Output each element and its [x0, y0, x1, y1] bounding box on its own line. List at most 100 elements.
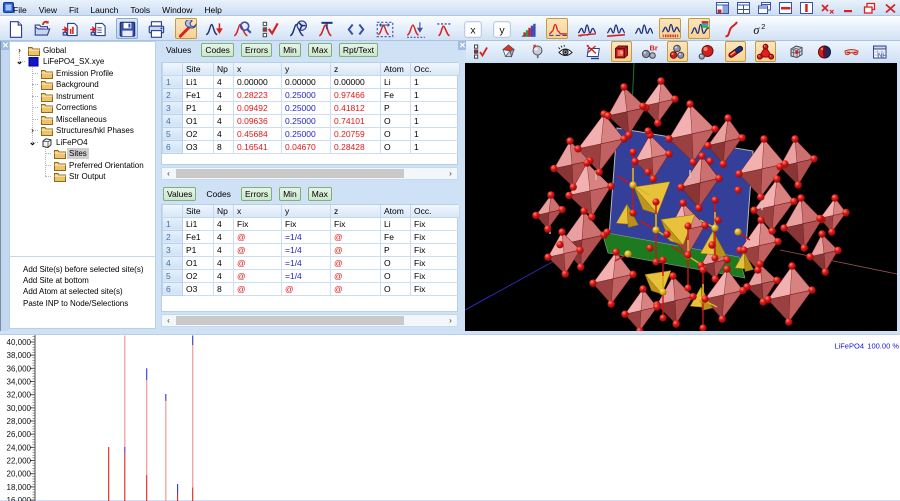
toolbar-range-box-icon[interactable]	[373, 18, 395, 39]
cell[interactable]: Fe1	[183, 230, 214, 243]
viewer-rubik-cube-icon[interactable]	[786, 41, 807, 62]
viewer-edit-screen-icon[interactable]	[583, 41, 604, 62]
tree-action-item[interactable]: Add Site at bottom	[23, 275, 89, 286]
toolbar-peaks-plain-icon[interactable]	[632, 18, 654, 39]
codes-table-tab-codes[interactable]: Codes	[203, 188, 234, 201]
viewer-sphere-ball-icon[interactable]	[696, 41, 717, 62]
tree-node-label[interactable]: Structures/hkl Phases	[54, 125, 136, 136]
viewer-red-box-icon[interactable]	[611, 41, 632, 62]
cell[interactable]: 0.25000	[282, 114, 331, 127]
toolbar-peak-search-icon[interactable]	[231, 18, 253, 39]
diffraction-plot[interactable]: 40,00038,00036,00034,00032,00030,00028,0…	[0, 334, 900, 500]
viewer-stereo-glasses-icon[interactable]	[841, 41, 862, 62]
toolbar-import-data-icon[interactable]	[59, 18, 81, 39]
split-horizontal-icon[interactable]	[779, 1, 792, 14]
cell[interactable]: O1	[183, 256, 214, 269]
column-header[interactable]: z	[331, 205, 381, 217]
cell[interactable]: 1	[411, 101, 460, 114]
scroll-left-icon[interactable]: ‹	[162, 168, 175, 179]
cell[interactable]: Li1	[183, 75, 214, 88]
table-row[interactable]: 2Fe14@=1/4@FeFix	[163, 230, 460, 243]
cell[interactable]: Fe	[381, 88, 411, 101]
table-row[interactable]: 2Fe140.282230.250000.97466Fe1	[163, 88, 460, 101]
cell[interactable]: O	[381, 282, 411, 295]
cell[interactable]: @	[331, 282, 381, 295]
values-table-tab-codes[interactable]: Codes	[201, 43, 234, 57]
cascade-icon[interactable]	[758, 1, 771, 14]
cell[interactable]: 8	[214, 282, 234, 295]
viewer-capsule-icon[interactable]	[725, 41, 746, 62]
cell[interactable]: Fix	[282, 217, 331, 230]
cell[interactable]: 4	[214, 243, 234, 256]
tree-node-label[interactable]: LiFePO4_SX.xye	[41, 56, 106, 67]
cell[interactable]: 4	[214, 269, 234, 282]
tree-node-label[interactable]: Sites	[67, 148, 89, 159]
cell[interactable]: O3	[183, 140, 214, 153]
cell[interactable]: 1	[411, 114, 460, 127]
cell[interactable]: 0.25000	[282, 101, 331, 114]
codes-table-tab-max[interactable]: Max	[308, 187, 332, 201]
toolbar-integral-icon[interactable]	[719, 18, 741, 39]
cell[interactable]: 0.09492	[234, 101, 282, 114]
cell[interactable]: Fix	[234, 217, 282, 230]
cell[interactable]: =1/4	[282, 256, 331, 269]
tree-node-label[interactable]: Miscellaneous	[54, 114, 109, 125]
cell[interactable]: 0.04670	[282, 140, 331, 153]
viewer-gem-icon[interactable]	[498, 41, 519, 62]
cell[interactable]: 4	[214, 230, 234, 243]
cell[interactable]: O	[381, 256, 411, 269]
table-row[interactable]: 3P140.094920.250000.41812P1	[163, 101, 460, 114]
minimize-icon[interactable]	[842, 1, 855, 14]
toolbar-save-icon[interactable]	[116, 18, 138, 39]
tree-action-item[interactable]: Add Atom at selected site(s)	[23, 286, 123, 297]
cell[interactable]: 0.25000	[282, 88, 331, 101]
toolbar-new-document-icon[interactable]	[4, 18, 26, 39]
cell[interactable]: @	[234, 256, 282, 269]
tree-node-label[interactable]: Str Output	[67, 171, 107, 182]
cell[interactable]: =1/4	[282, 243, 331, 256]
column-header[interactable]: x	[234, 205, 282, 217]
cell[interactable]: 4	[214, 217, 234, 230]
column-header[interactable]: Occ.	[411, 205, 460, 217]
cell[interactable]: @	[234, 243, 282, 256]
cell[interactable]: @	[331, 243, 381, 256]
scroll-right-icon[interactable]: ›	[444, 315, 457, 326]
cell[interactable]: Li1	[183, 217, 214, 230]
scroll-right-icon[interactable]: ›	[444, 168, 457, 179]
column-header[interactable]	[163, 63, 183, 75]
values-table-tab-max[interactable]: Max	[308, 43, 332, 57]
cell[interactable]: @	[234, 269, 282, 282]
toolbar-peaks-underline-icon[interactable]	[604, 18, 626, 39]
tree-node-label[interactable]: Preferred Orientation	[67, 160, 146, 171]
table-row[interactable]: 3P14@=1/4@PFix	[163, 243, 460, 256]
viewer-site-checklist-icon[interactable]	[470, 41, 491, 62]
tree-node-label[interactable]: Corrections	[54, 102, 99, 113]
cell[interactable]: 4	[214, 114, 234, 127]
cell[interactable]: Fix	[331, 217, 381, 230]
column-header[interactable]	[163, 205, 183, 217]
cell[interactable]: Li	[381, 75, 411, 88]
toolbar-y-axis-icon[interactable]: y	[490, 18, 512, 39]
column-header[interactable]: y	[282, 63, 331, 75]
table-row[interactable]: 5O240.456840.250000.20759O1	[163, 127, 460, 140]
cell[interactable]: =1/4	[282, 269, 331, 282]
viewer-sphere-halves-icon[interactable]	[814, 41, 835, 62]
values-table-tab-errors[interactable]: Errors	[241, 43, 272, 57]
column-header[interactable]: Atom	[381, 205, 411, 217]
cell[interactable]: 4	[214, 88, 234, 101]
viewer-three-balls-icon[interactable]	[667, 41, 688, 62]
toolbar-peak-down-icon[interactable]	[203, 18, 225, 39]
column-header[interactable]: y	[282, 205, 331, 217]
cell[interactable]: 8	[214, 140, 234, 153]
cell[interactable]: O2	[183, 127, 214, 140]
cell[interactable]: Li	[381, 217, 411, 230]
toolbar-peaks-legend-icon[interactable]	[688, 18, 710, 39]
values-table-tab-min[interactable]: Min	[279, 43, 301, 57]
toolbar-open-inp-icon[interactable]	[87, 18, 109, 39]
close-icon[interactable]	[884, 1, 897, 14]
values-table-tab-rpttext[interactable]: Rpt/Text	[339, 43, 378, 57]
cell[interactable]: @	[331, 230, 381, 243]
tree-node-label[interactable]: LiFePO4	[54, 137, 90, 148]
cell[interactable]: @	[234, 282, 282, 295]
cell[interactable]: 0.00000	[282, 75, 331, 88]
